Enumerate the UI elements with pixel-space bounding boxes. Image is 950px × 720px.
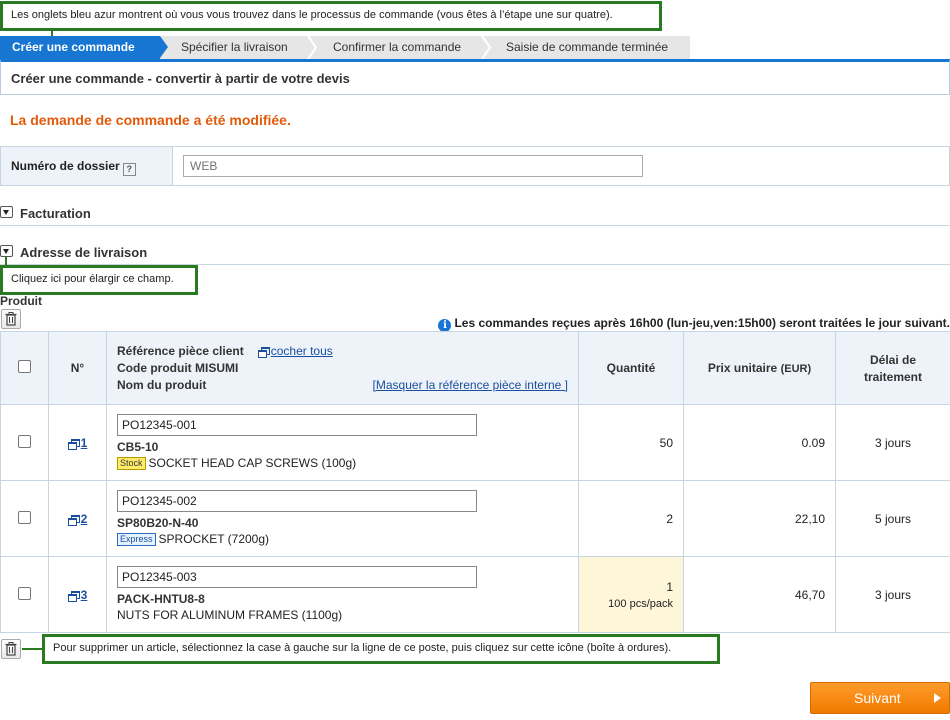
info-notice-text: Les commandes reçues après 16h00 (lun-je… [454, 316, 950, 330]
step-create-order: Créer une commande [0, 36, 160, 59]
row-checkbox[interactable] [18, 510, 31, 524]
new-window-icon [67, 590, 80, 602]
step-separator [306, 36, 318, 59]
billing-section[interactable]: Facturation [0, 206, 950, 226]
lead-time-cell: 5 jours [835, 480, 950, 557]
row-select-cell [0, 404, 49, 481]
product-cell: PACK-HNTU8-8 NUTS FOR ALUMINUM FRAMES (1… [106, 556, 579, 633]
expand-tooltip: Cliquez ici pour élargir ce champ. [0, 265, 198, 295]
select-all-checkbox[interactable] [18, 360, 31, 373]
step-order-complete: Saisie de commande terminée [506, 40, 669, 54]
product-name: SPROCKET (7200g) [158, 532, 270, 546]
price-header-label: Prix unitaire [707, 361, 778, 375]
col-header-no: N° [48, 331, 107, 405]
file-number-input[interactable] [183, 155, 643, 177]
col-header-reference: Référence pièce client cocher tous Code p… [106, 331, 579, 405]
express-badge: Express [117, 533, 156, 546]
product-cell: SP80B20-N-40 ExpressSPROCKET (7200g) [106, 480, 579, 557]
new-window-icon [67, 514, 80, 526]
product-code: CB5-10 [117, 440, 159, 454]
customer-ref-input[interactable] [117, 414, 477, 436]
trash-button[interactable] [1, 309, 21, 329]
new-window-icon [67, 438, 80, 450]
stock-badge: Stock [117, 457, 146, 470]
lead-header-line2: traitement [863, 369, 922, 384]
col-header-unit-price: Prix unitaire (EUR) [683, 331, 836, 405]
product-code: PACK-HNTU8-8 [117, 592, 205, 606]
expand-toggle-icon[interactable] [0, 206, 13, 218]
row-checkbox[interactable] [18, 586, 31, 600]
pack-note: 100 pcs/pack [608, 597, 673, 610]
row-number-cell: 2 [48, 480, 107, 557]
customer-ref-input[interactable] [117, 490, 477, 512]
product-name: NUTS FOR ALUMINUM FRAMES (1100g) [117, 608, 343, 622]
modified-notice: La demande de commande a été modifiée. [10, 112, 291, 128]
ref-header-line1: Référence pièce client [117, 343, 244, 358]
select-all-cell [0, 331, 49, 405]
price-header-unit: (EUR) [780, 363, 812, 375]
product-table: N° Référence pièce client cocher tous Cod… [0, 331, 950, 633]
row-number-link[interactable]: 2 [81, 512, 88, 526]
col-header-lead-time: Délai de traitement [835, 331, 950, 405]
customer-ref-input[interactable] [117, 566, 477, 588]
unit-price-cell: 0.09 [683, 404, 836, 481]
new-window-icon [257, 346, 270, 358]
product-code: SP80B20-N-40 [117, 516, 199, 530]
check-all-link[interactable]: cocher tous [271, 344, 333, 358]
row-select-cell [0, 480, 49, 557]
table-row: 3 PACK-HNTU8-8 NUTS FOR ALUMINUM FRAMES … [0, 556, 950, 633]
hide-internal-ref-link[interactable]: [Masquer la référence pièce interne ] [373, 377, 568, 394]
trash-icon [5, 642, 17, 656]
arrow-right-icon [934, 693, 941, 703]
row-number-link[interactable]: 1 [81, 436, 88, 450]
row-select-cell [0, 556, 49, 633]
product-name: SOCKET HEAD CAP SCREWS (100g) [148, 456, 357, 470]
lead-time-cell: 3 jours [835, 404, 950, 481]
product-section-title: Produit [0, 294, 42, 308]
unit-price-cell: 46,70 [683, 556, 836, 633]
file-number-label: Numéro de dossier? [1, 147, 173, 185]
lead-header-line1: Délai de [869, 352, 917, 367]
step-confirm-order: Confirmer la commande [333, 40, 462, 54]
step-specify-delivery: Spécifier la livraison [181, 40, 288, 54]
ref-header-line2: Code produit MISUMI [117, 360, 239, 375]
step-active-arrow [160, 36, 168, 58]
trash-button[interactable] [1, 639, 21, 659]
file-number-label-text: Numéro de dossier [11, 159, 120, 173]
quantity-cell: 2 [578, 480, 684, 557]
help-icon[interactable]: ? [122, 163, 136, 176]
row-number-cell: 3 [48, 556, 107, 633]
step-separator [480, 36, 492, 59]
tabs-tooltip: Les onglets bleu azur montrent où vous v… [0, 1, 662, 31]
quantity-value: 1 [666, 579, 673, 594]
next-button[interactable]: Suivant [810, 682, 950, 714]
unit-price-cell: 22,10 [683, 480, 836, 557]
product-cell: CB5-10 StockSOCKET HEAD CAP SCREWS (100g… [106, 404, 579, 481]
billing-section-title: Facturation [20, 206, 91, 221]
lead-time-cell: 3 jours [835, 556, 950, 633]
tooltip-connector [22, 648, 44, 650]
page-title: Créer une commande - convertir à partir … [0, 59, 950, 95]
shipping-section-title: Adresse de livraison [20, 245, 148, 260]
info-notice: i Les commandes reçues après 16h00 (lun-j… [438, 316, 950, 332]
expand-toggle-icon[interactable] [0, 245, 13, 257]
quantity-cell: 50 [578, 404, 684, 481]
col-header-quantity: Quantité [578, 331, 684, 405]
row-number-cell: 1 [48, 404, 107, 481]
delete-tooltip: Pour supprimer un article, sélectionnez … [42, 634, 720, 664]
table-row: 1 CB5-10 StockSOCKET HEAD CAP SCREWS (10… [0, 404, 950, 481]
quantity-cell: 1 100 pcs/pack [578, 556, 684, 633]
row-checkbox[interactable] [18, 434, 31, 448]
next-button-label: Suivant [854, 690, 901, 706]
file-number-row: Numéro de dossier? [0, 146, 950, 186]
trash-icon [5, 312, 17, 326]
order-steps: Créer une commande Spécifier la livraiso… [0, 36, 690, 59]
row-number-link[interactable]: 3 [81, 588, 88, 602]
table-row: 2 SP80B20-N-40 ExpressSPROCKET (7200g) 2… [0, 480, 950, 557]
shipping-section[interactable]: Adresse de livraison [0, 245, 950, 265]
table-header-row: N° Référence pièce client cocher tous Cod… [0, 331, 950, 405]
